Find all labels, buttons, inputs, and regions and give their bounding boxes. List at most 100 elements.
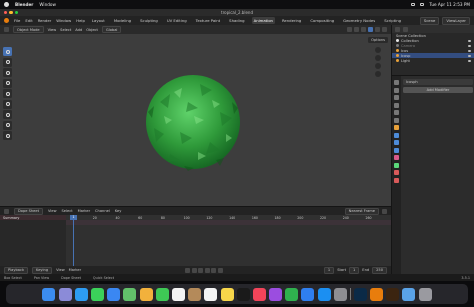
- rotate-tool[interactable]: [3, 78, 12, 88]
- pan-hand-icon[interactable]: [375, 55, 381, 61]
- tab-uv-editing[interactable]: UV Editing: [165, 17, 189, 24]
- perspective-grid-icon[interactable]: [375, 71, 381, 77]
- tab-modeling[interactable]: Modeling: [112, 17, 133, 24]
- overlay-icon[interactable]: [347, 27, 352, 32]
- music-icon[interactable]: [252, 287, 266, 301]
- dope-sheet-editor[interactable]: Dope Sheet View Select Marker Channel Ke…: [0, 206, 391, 267]
- preview-icon[interactable]: [402, 287, 416, 301]
- scene-tab-icon[interactable]: [394, 110, 399, 115]
- menu-view[interactable]: View: [48, 28, 57, 32]
- scale-tool[interactable]: [3, 89, 12, 98]
- filter-icon[interactable]: [382, 208, 387, 214]
- contacts-icon[interactable]: [188, 287, 202, 301]
- jump-start-icon[interactable]: [185, 267, 191, 273]
- menu-select[interactable]: Select: [60, 28, 71, 32]
- prev-keyframe-icon[interactable]: [191, 267, 197, 273]
- ds-menu-view[interactable]: View: [48, 209, 57, 213]
- zoom-window-button[interactable]: [14, 10, 19, 15]
- 3d-viewport[interactable]: Object Mode View Select Add Object Globa…: [0, 25, 391, 206]
- cursor-tool[interactable]: [3, 57, 12, 67]
- trash-icon[interactable]: [418, 287, 432, 301]
- select-box-tool[interactable]: [3, 47, 12, 56]
- add-cube-tool[interactable]: [3, 131, 12, 140]
- tab-texture-paint[interactable]: Texture Paint: [194, 17, 223, 24]
- ds-menu-channel[interactable]: Channel: [95, 209, 110, 213]
- render-tab-icon[interactable]: [394, 87, 399, 93]
- menu-edit[interactable]: Edit: [25, 18, 32, 23]
- particles-tab-icon[interactable]: [394, 140, 399, 145]
- reminders-icon[interactable]: [204, 287, 218, 301]
- keying-menu[interactable]: Keying: [32, 266, 53, 274]
- dope-sheet-mode-selector[interactable]: Dope Sheet: [14, 207, 43, 215]
- safari-icon[interactable]: [74, 287, 88, 301]
- tab-geometry-nodes[interactable]: Geometry Nodes: [341, 17, 377, 24]
- rendered-shading-icon[interactable]: [382, 27, 387, 32]
- tab-sculpting[interactable]: Sculpting: [138, 17, 160, 24]
- dope-sheet-editor-icon[interactable]: [4, 208, 9, 214]
- physics-tab-icon[interactable]: [394, 147, 399, 153]
- notes-icon[interactable]: [220, 287, 234, 301]
- menu-add[interactable]: Add: [75, 28, 82, 32]
- end-frame-field[interactable]: 250: [372, 266, 387, 274]
- blender-logo-icon[interactable]: [4, 18, 9, 23]
- menu-window-blender[interactable]: Window: [56, 18, 71, 23]
- menu-help[interactable]: Help: [76, 18, 85, 23]
- xray-icon[interactable]: [354, 27, 359, 32]
- annotate-tool[interactable]: [3, 110, 12, 119]
- launchpad-icon[interactable]: [58, 287, 72, 301]
- world-tab-icon[interactable]: [394, 117, 399, 123]
- visibility-eye-icon[interactable]: [468, 44, 471, 47]
- ds-menu-select[interactable]: Select: [62, 209, 73, 213]
- maps-icon[interactable]: [123, 287, 137, 301]
- photoshop-icon[interactable]: [353, 287, 367, 301]
- current-frame-field[interactable]: 1: [323, 266, 335, 274]
- modifier-tab-icon[interactable]: [394, 132, 399, 138]
- appletv-icon[interactable]: [236, 287, 250, 301]
- playback-menu[interactable]: Playback: [4, 266, 29, 274]
- outliner-editor-icon[interactable]: [395, 26, 400, 32]
- jump-end-icon[interactable]: [217, 267, 223, 273]
- menu-file[interactable]: File: [14, 18, 20, 23]
- mail-icon[interactable]: [107, 287, 121, 301]
- add-modifier-button[interactable]: Add Modifier: [403, 87, 473, 93]
- visibility-eye-icon[interactable]: [468, 54, 471, 57]
- summary-channel[interactable]: Summary: [0, 215, 66, 220]
- close-window-button[interactable]: [4, 10, 8, 15]
- constraints-tab-icon[interactable]: [394, 155, 399, 160]
- measure-tool[interactable]: [3, 120, 12, 130]
- editor-type-icon[interactable]: [4, 27, 9, 32]
- wifi-icon[interactable]: [420, 3, 425, 6]
- illustrator-icon[interactable]: [386, 287, 400, 301]
- menu-object[interactable]: Object: [86, 28, 98, 32]
- menu-window[interactable]: Window: [39, 2, 56, 7]
- zoom-icon[interactable]: [375, 47, 381, 53]
- material-tab-icon[interactable]: [394, 170, 399, 175]
- view-layer-tab-icon[interactable]: [394, 102, 399, 108]
- control-center-icon[interactable]: [411, 3, 416, 6]
- data-tab-icon[interactable]: [394, 162, 399, 168]
- ds-menu-marker[interactable]: Marker: [78, 209, 90, 213]
- object-name-field[interactable]: Icosph: [403, 79, 473, 85]
- solid-shading-icon[interactable]: [368, 27, 373, 32]
- app-menu-blender[interactable]: Blender: [15, 2, 33, 7]
- outliner-row-light[interactable]: Light: [392, 58, 474, 63]
- scene-selector[interactable]: Scene: [419, 16, 440, 25]
- orientation-selector[interactable]: Global: [101, 26, 122, 33]
- tab-layout[interactable]: Layout: [90, 17, 107, 24]
- mode-selector[interactable]: Object Mode: [13, 26, 44, 33]
- start-frame-field[interactable]: 1: [349, 266, 360, 274]
- output-tab-icon[interactable]: [394, 95, 399, 100]
- blender-icon[interactable]: [369, 287, 383, 301]
- playhead[interactable]: [73, 215, 74, 267]
- options-dropdown[interactable]: Options: [368, 37, 388, 43]
- keynote-icon[interactable]: [301, 287, 315, 301]
- tab-compositing[interactable]: Compositing: [308, 17, 336, 24]
- numbers-icon[interactable]: [285, 287, 299, 301]
- next-keyframe-icon[interactable]: [211, 267, 217, 273]
- keyframe-area[interactable]: [66, 220, 391, 267]
- tab-rendering[interactable]: Rendering: [280, 17, 303, 24]
- icosphere-bush-object[interactable]: [140, 72, 246, 172]
- current-frame-indicator[interactable]: 1: [70, 215, 77, 220]
- play-icon[interactable]: [204, 267, 210, 273]
- podcasts-icon[interactable]: [269, 287, 283, 301]
